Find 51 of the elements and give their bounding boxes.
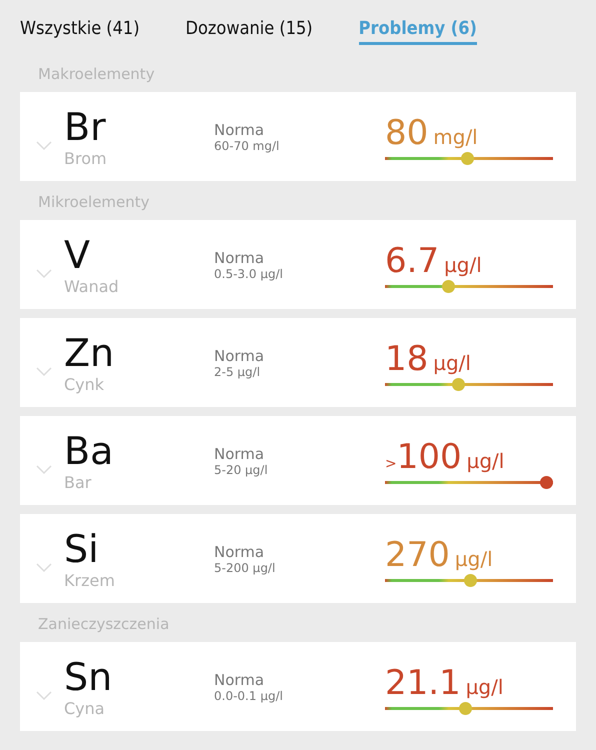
norm-label: Norma [214, 346, 266, 364]
chevron-down-icon[interactable] [36, 690, 52, 700]
element-name: Cyna [64, 699, 106, 718]
measured-value: 80 [385, 113, 428, 153]
norm-range: 0.0-0.1 µg/l [214, 688, 284, 702]
norm-range: 60-70 mg/l [214, 138, 280, 152]
norm-label: Norma [214, 444, 266, 462]
element-card[interactable]: V Wanad Norma 0.5-3.0 µg/l 6.7 µg/l [20, 220, 576, 309]
element-name: Cynk [64, 375, 106, 394]
value-unit: mg/l [433, 125, 478, 149]
measured-value: 18 [385, 339, 428, 379]
norm-label: Norma [214, 120, 266, 138]
tab[interactable]: Wszystkie (41) [20, 18, 140, 44]
norm-label: Norma [214, 248, 266, 266]
element-name: Krzem [64, 571, 116, 590]
element-symbol: V [64, 233, 91, 277]
value-unit: µg/l [444, 253, 482, 277]
element-card[interactable]: Si Krzem Norma 5-200 µg/l 270 µg/l [20, 514, 576, 603]
measured-value: 21.1 [385, 663, 461, 703]
value-unit: µg/l [433, 351, 471, 375]
element-symbol: Ba [64, 429, 114, 473]
value-unit: µg/l [466, 675, 504, 699]
element-card[interactable]: Zn Cynk Norma 2-5 µg/l 18 µg/l [20, 318, 576, 407]
norm-label: Norma [214, 542, 266, 560]
measured-value: 100 [396, 437, 462, 477]
element-symbol: Zn [64, 331, 116, 375]
element-card[interactable]: Sn Cyna Norma 0.0-0.1 µg/l 21.1 µg/l [20, 642, 576, 731]
norm-range: 5-20 µg/l [214, 462, 269, 476]
chevron-down-icon[interactable] [36, 268, 52, 278]
measured-value: 270 [385, 535, 450, 575]
element-symbol: Sn [64, 655, 114, 699]
element-name: Bar [64, 473, 92, 492]
element-name: Wanad [64, 277, 120, 296]
chevron-down-icon[interactable] [36, 366, 52, 376]
norm-range: 2-5 µg/l [214, 364, 262, 378]
chevron-down-icon[interactable] [36, 464, 52, 474]
tab[interactable]: Dozowanie (15) [186, 18, 313, 44]
element-name: Brom [64, 149, 108, 168]
chevron-down-icon[interactable] [36, 140, 52, 150]
value-unit: µg/l [466, 449, 504, 473]
element-symbol: Si [64, 527, 100, 571]
measured-value: 6.7 [385, 241, 440, 281]
norm-label: Norma [214, 670, 266, 688]
element-symbol: Br [64, 105, 107, 149]
value-unit: µg/l [454, 547, 493, 571]
element-card[interactable]: Ba Bar Norma 5-20 µg/l >100 µg/l [20, 416, 576, 505]
norm-range: 0.5-3.0 µg/l [214, 266, 284, 280]
norm-range: 5-200 µg/l [214, 560, 276, 574]
element-card[interactable]: Br Brom Norma 60-70 mg/l 80 mg/l [20, 92, 576, 181]
chevron-down-icon[interactable] [36, 562, 52, 572]
greater-than-sign: > [385, 456, 397, 472]
